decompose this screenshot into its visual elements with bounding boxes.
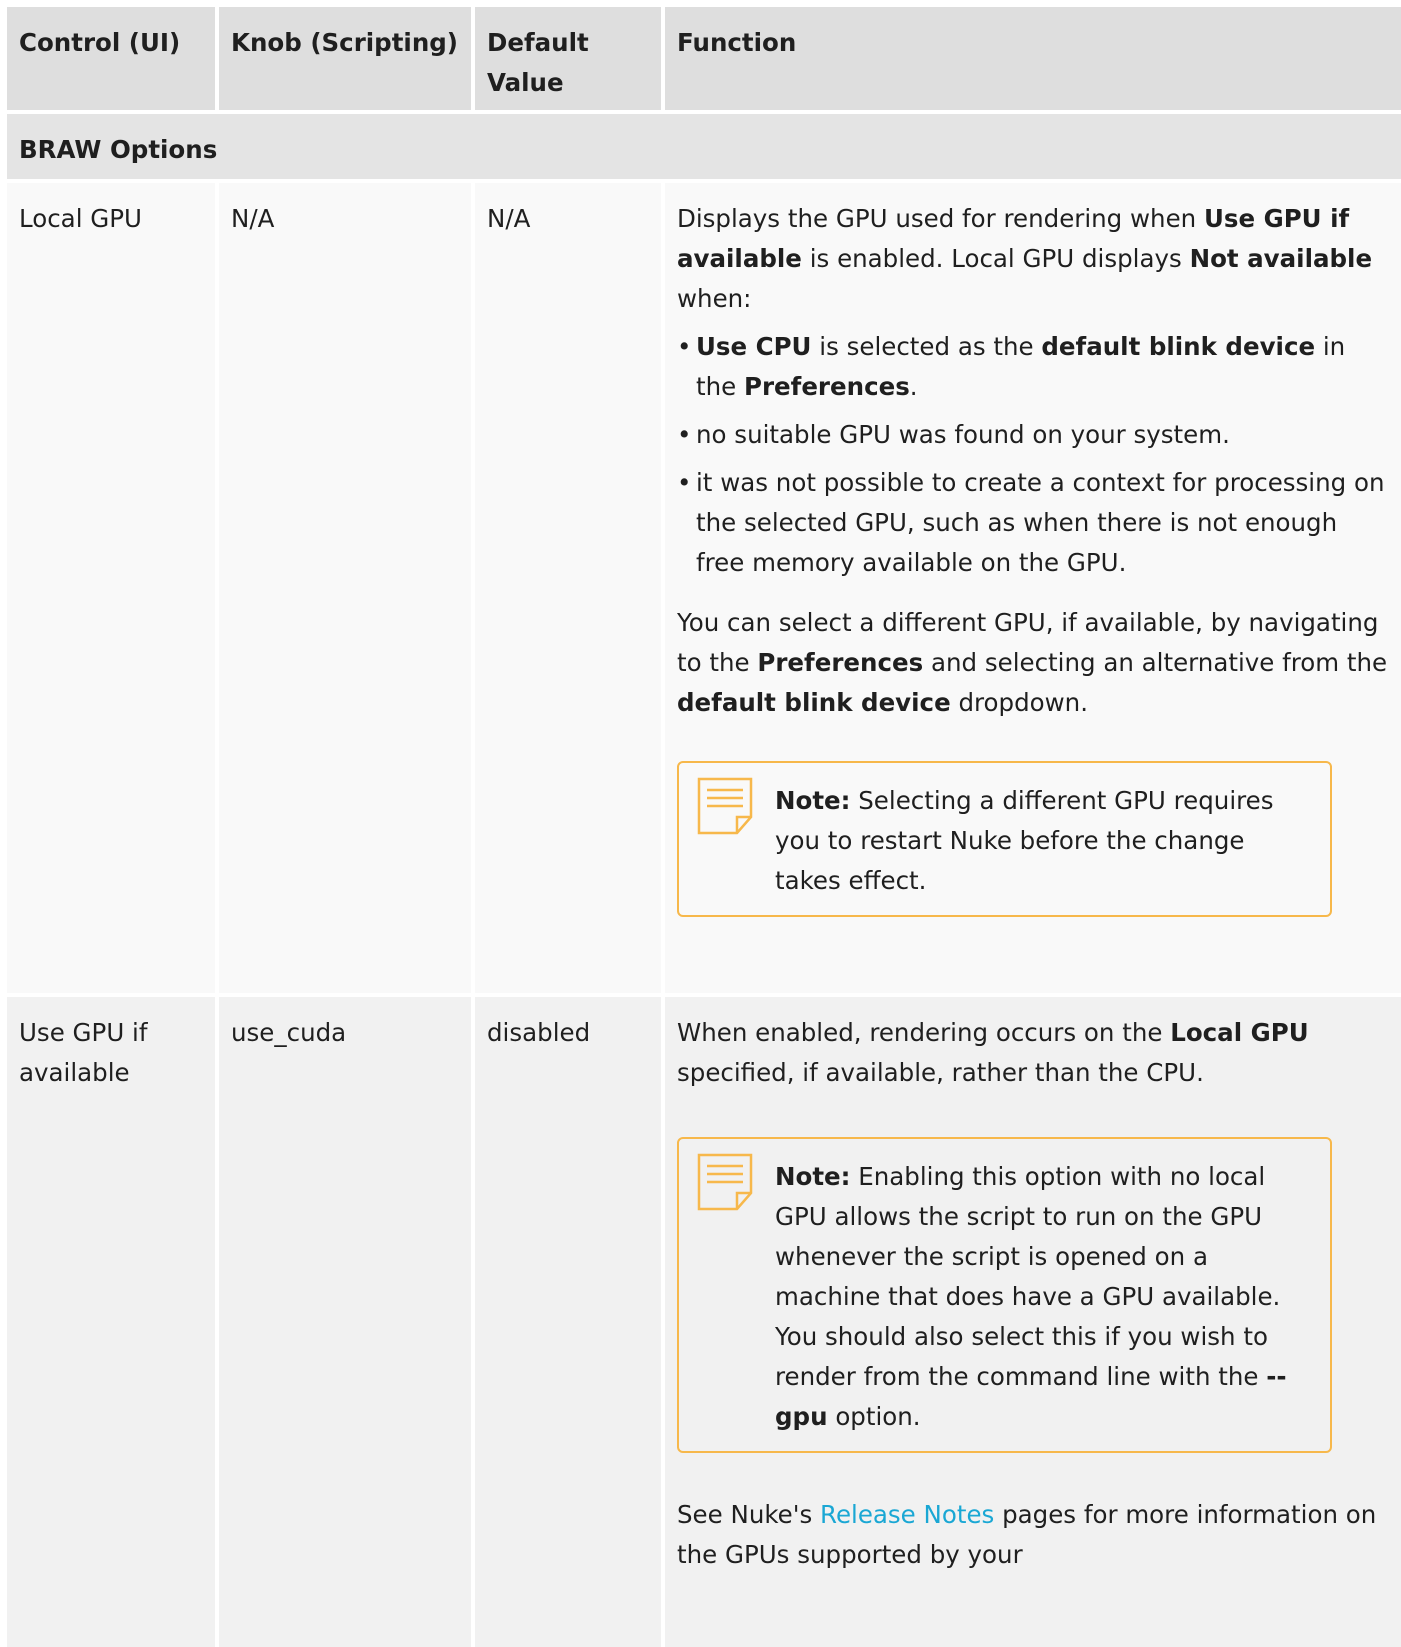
header-function: Function: [665, 7, 1401, 110]
cell-control: Use GPU if available: [7, 997, 215, 1647]
cell-function: When enabled, rendering occurs on the Lo…: [665, 997, 1401, 1647]
list-item: • it was not possible to create a context…: [677, 463, 1393, 583]
cell-default: disabled: [475, 997, 661, 1647]
note-text: Note: Selecting a different GPU requires…: [775, 786, 1274, 895]
cell-knob: use_cuda: [219, 997, 471, 1647]
header-control: Control (UI): [7, 7, 215, 110]
bullet-icon: •: [677, 420, 692, 449]
header-default-value: Default Value: [475, 7, 661, 110]
function-see-also: See Nuke's Release Notes pages for more …: [677, 1500, 1377, 1569]
list-item: • Use CPU is selected as the default blin…: [677, 327, 1393, 407]
note-box: Note: Selecting a different GPU requires…: [677, 761, 1332, 917]
bullet-icon: •: [677, 332, 692, 361]
function-bullet-list: • Use CPU is selected as the default blin…: [677, 327, 1393, 583]
function-intro: When enabled, rendering occurs on the Lo…: [677, 1018, 1309, 1087]
properties-table: Control (UI) Knob (Scripting) Default Va…: [7, 7, 1401, 1647]
cell-function: Displays the GPU used for rendering when…: [665, 183, 1401, 993]
function-paragraph: You can select a different GPU, if avail…: [677, 608, 1388, 717]
cell-default: N/A: [475, 183, 661, 993]
function-intro: Displays the GPU used for rendering when…: [677, 204, 1373, 313]
table-header-row: Control (UI) Knob (Scripting) Default Va…: [7, 7, 1401, 110]
section-title: BRAW Options: [19, 135, 218, 164]
table-row: Use GPU if available use_cuda disabled W…: [7, 997, 1401, 1647]
header-knob: Knob (Scripting): [219, 7, 471, 110]
section-row: BRAW Options: [7, 114, 1401, 179]
note-document-icon: [697, 1153, 753, 1211]
note-box: Note: Enabling this option with no local…: [677, 1137, 1332, 1453]
bullet-icon: •: [677, 468, 692, 497]
list-item: • no suitable GPU was found on your syste…: [677, 415, 1393, 455]
note-document-icon: [697, 777, 753, 835]
table-row: Local GPU N/A N/A Displays the GPU used …: [7, 183, 1401, 993]
cell-control: Local GPU: [7, 183, 215, 993]
note-text: Note: Enabling this option with no local…: [775, 1162, 1287, 1431]
cell-knob: N/A: [219, 183, 471, 993]
release-notes-link[interactable]: Release Notes: [820, 1500, 994, 1529]
